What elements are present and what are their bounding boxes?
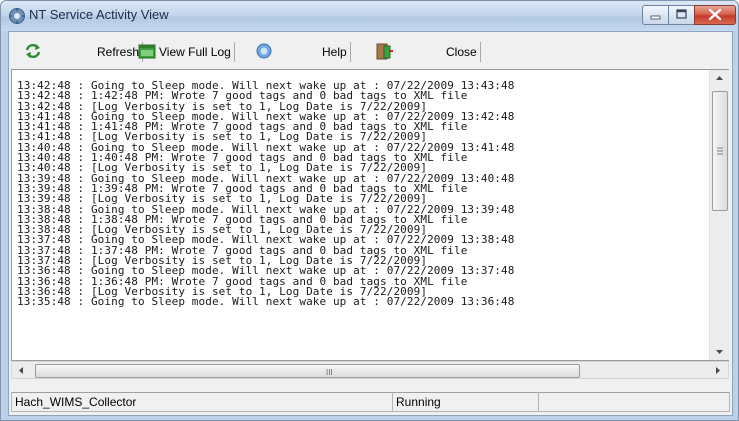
log-lines: 13:42:48 : Going to Sleep mode. Will nex… [17,81,707,351]
scroll-down-arrow-icon[interactable] [710,343,729,360]
log-view[interactable]: 13:42:48 : Going to Sleep mode. Will nex… [11,69,729,361]
toolbar: Refresh View Full Log Help Close [9,32,732,68]
help-button[interactable]: Help [319,42,351,62]
minimize-icon [650,15,661,20]
client-area: Refresh View Full Log Help Close 13:42:4… [8,31,733,416]
status-service-state: Running [392,392,539,412]
title-bar[interactable]: NT Service Activity View [1,1,738,31]
close-icon [708,8,722,21]
minimize-button[interactable] [642,5,669,25]
scroll-up-arrow-icon[interactable] [710,70,729,87]
close-button[interactable]: Close [443,42,481,62]
service-gear-icon [8,7,26,25]
log-window-icon [138,42,156,60]
vertical-scrollbar[interactable] [709,70,729,360]
status-empty-panel [538,392,730,412]
scroll-grip: III [326,368,333,377]
status-bar: Hach_WIMS_Collector Running [9,388,732,415]
maximize-button[interactable] [668,5,695,25]
refresh-arrows-icon[interactable] [23,42,43,60]
app-window: NT Service Activity View Refresh View Fu… [0,0,739,421]
exit-door-icon [375,42,393,60]
vertical-scroll-thumb[interactable] [712,91,728,211]
view-full-log-button[interactable]: View Full Log [156,42,235,62]
log-line: 13:35:48 : Going to Sleep mode. Will nex… [17,295,515,309]
scroll-right-arrow-icon[interactable] [709,362,726,379]
refresh-button[interactable]: Refresh [94,42,144,62]
window-close-button[interactable] [694,5,736,25]
help-circle-icon [255,42,273,60]
status-service-name: Hach_WIMS_Collector [11,392,393,412]
window-title: NT Service Activity View [29,7,169,22]
scroll-left-arrow-icon[interactable] [13,362,30,379]
maximize-icon [676,9,687,19]
horizontal-scroll-thumb[interactable]: III [35,364,580,378]
horizontal-scrollbar[interactable]: III [11,361,729,379]
